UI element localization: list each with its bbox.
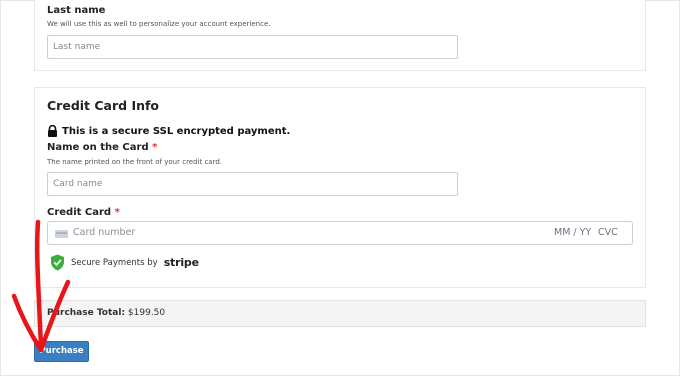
card-icon — [55, 230, 68, 238]
purchase-total-label: Purchase Total: — [47, 308, 126, 318]
required-mark: * — [152, 142, 158, 153]
secure-notice: This is a secure SSL encrypted payment. — [47, 125, 290, 137]
purchase-total-value: $199.50 — [127, 308, 166, 318]
purchase-button[interactable]: Purchase — [34, 341, 89, 362]
required-mark: * — [114, 207, 120, 218]
card-cvc-placeholder[interactable]: CVC — [598, 227, 618, 238]
name-on-card-description: The name printed on the front of your cr… — [47, 158, 223, 166]
credit-card-label: Credit Card * — [47, 207, 120, 218]
purchase-total: Purchase Total: $199.50 — [47, 308, 165, 318]
last-name-description: We will use this as well to personalize … — [47, 20, 271, 28]
last-name-label: Last name — [47, 5, 106, 16]
secure-notice-text: This is a secure SSL encrypted payment. — [62, 125, 291, 137]
secure-payments-text: Secure Payments by — [71, 257, 158, 268]
lock-icon — [48, 125, 57, 137]
credit-card-label-text: Credit Card — [47, 207, 112, 218]
last-name-input[interactable]: Last name — [47, 35, 458, 59]
credit-card-title: Credit Card Info — [47, 98, 160, 113]
credit-card-panel: Credit Card Info This is a secure SSL en… — [34, 87, 646, 288]
card-number-placeholder[interactable]: Card number — [73, 227, 135, 238]
card-number-field[interactable]: Card number MM / YY CVC — [47, 221, 633, 245]
name-on-card-label-text: Name on the Card — [47, 142, 149, 153]
shield-check-icon — [51, 254, 64, 271]
name-on-card-label: Name on the Card * — [47, 142, 157, 153]
secure-payments-badge: Secure Payments by stripe — [50, 254, 199, 271]
stripe-logo: stripe — [163, 256, 199, 269]
account-details-panel: Last name We will use this as well to pe… — [34, 0, 646, 71]
card-name-input[interactable]: Card name — [47, 172, 458, 196]
card-expiry-placeholder[interactable]: MM / YY — [554, 227, 591, 238]
purchase-total-bar: Purchase Total: $199.50 — [34, 300, 646, 327]
